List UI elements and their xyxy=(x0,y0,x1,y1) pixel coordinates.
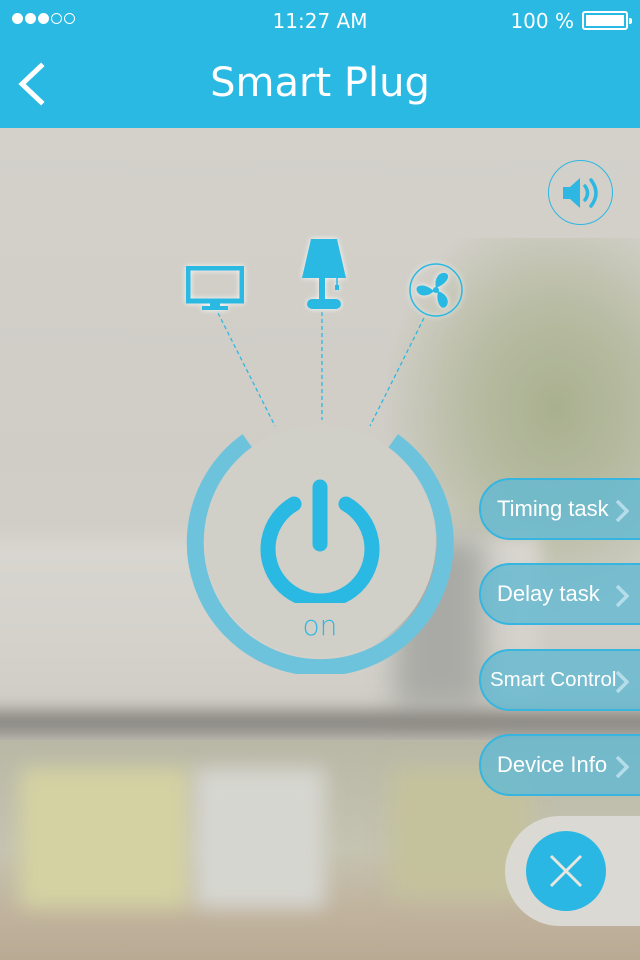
close-button[interactable] xyxy=(526,831,606,911)
chevron-right-icon xyxy=(615,755,629,779)
device-info-button[interactable]: Device Info xyxy=(479,734,640,796)
chevron-right-icon xyxy=(615,499,629,523)
fan-icon xyxy=(409,263,463,317)
timing-task-button[interactable]: Timing task xyxy=(479,478,640,540)
delay-task-button[interactable]: Delay task xyxy=(479,563,640,625)
device-tv-button[interactable] xyxy=(185,265,245,317)
chevron-right-icon xyxy=(615,670,629,694)
monitor-icon xyxy=(185,265,245,310)
chevron-right-icon xyxy=(615,584,629,608)
power-button[interactable]: on xyxy=(204,425,436,657)
menu-label: Delay task xyxy=(497,581,600,606)
smart-control-button[interactable]: Smart Control xyxy=(479,649,640,711)
power-icon xyxy=(260,479,380,603)
close-icon xyxy=(549,854,583,888)
menu-label: Smart Control xyxy=(490,668,617,691)
menu-label: Device Info xyxy=(497,752,608,777)
menu-label: Timing task xyxy=(497,496,609,521)
lamp-icon xyxy=(302,239,346,309)
device-lamp-button[interactable] xyxy=(298,237,350,316)
power-state-label: on xyxy=(302,609,338,642)
device-fan-button[interactable] xyxy=(408,262,464,323)
